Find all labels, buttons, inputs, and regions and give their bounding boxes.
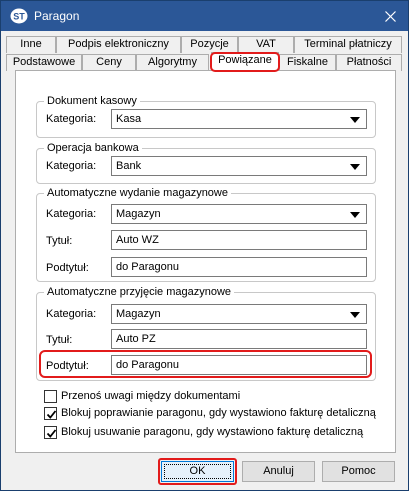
- close-button[interactable]: [372, 1, 408, 31]
- paragon-dialog: ST Paragon Inne Podpis elektroniczny Poz…: [0, 0, 409, 491]
- tytul-label: Tytuł:: [46, 334, 73, 346]
- kategoria-label: Kategoria:: [46, 113, 97, 125]
- kategoria-wydanie-select[interactable]: Magazyn: [111, 204, 367, 224]
- tab-podpis-elektroniczny[interactable]: Podpis elektroniczny: [56, 36, 181, 53]
- tytul-label: Tytuł:: [46, 235, 73, 247]
- window-title: Paragon: [34, 9, 80, 23]
- tytul-przyjecie-input[interactable]: Auto PZ: [111, 329, 367, 349]
- ok-button[interactable]: OK: [161, 461, 234, 482]
- checkbox-unchecked[interactable]: [44, 390, 57, 403]
- checkbox-label: Blokuj usuwanie paragonu, gdy wystawiono…: [61, 426, 364, 438]
- combo-value: Magazyn: [116, 308, 161, 320]
- group-title: Dokument kasowy: [44, 94, 140, 108]
- svg-text:ST: ST: [13, 12, 25, 22]
- cancel-button[interactable]: Anuluj: [242, 461, 315, 482]
- tab-powiazane[interactable]: Powiązane: [211, 52, 279, 71]
- tab-algorytmy[interactable]: Algorytmy: [136, 54, 209, 71]
- combo-value: Magazyn: [116, 208, 161, 220]
- dropdown-arrow-icon: [350, 164, 360, 170]
- kategoria-przyjecie-select[interactable]: Magazyn: [111, 304, 367, 324]
- group-title: Automatyczne wydanie magazynowe: [44, 186, 231, 200]
- checkbox-label: Blokuj poprawianie paragonu, gdy wystawi…: [61, 407, 376, 419]
- kategoria-kasowy-select[interactable]: Kasa: [111, 109, 367, 129]
- tab-inne[interactable]: Inne: [6, 36, 56, 53]
- focus-rectangle: [164, 464, 231, 479]
- checkmark-icon: [46, 429, 57, 438]
- kategoria-label: Kategoria:: [46, 308, 97, 320]
- podtytul-przyjecie-input[interactable]: do Paragonu: [111, 355, 367, 375]
- app-logo-icon: ST: [10, 8, 28, 24]
- dropdown-arrow-icon: [350, 212, 360, 218]
- tab-podstawowe[interactable]: Podstawowe: [6, 54, 82, 71]
- checkbox-checked[interactable]: [44, 407, 57, 420]
- combo-value: Kasa: [116, 113, 142, 125]
- checkmark-icon: [46, 410, 57, 419]
- dropdown-arrow-icon: [350, 312, 360, 318]
- group-title: Operacja bankowa: [44, 141, 142, 155]
- podtytul-wydanie-input[interactable]: do Paragonu: [111, 257, 367, 277]
- checkbox-label: Przenoś uwagi między dokumentami: [61, 390, 241, 402]
- tab-platnosci[interactable]: Płatności: [336, 54, 402, 71]
- combo-value: Bank: [116, 160, 142, 172]
- checkbox-checked[interactable]: [44, 426, 57, 439]
- tab-terminal-platniczy[interactable]: Terminal płatniczy: [294, 36, 402, 53]
- group-title: Automatyczne przyjęcie magazynowe: [44, 285, 235, 299]
- tab-vat[interactable]: VAT: [238, 36, 294, 53]
- kategoria-label: Kategoria:: [46, 208, 97, 220]
- tytul-wydanie-input[interactable]: Auto WZ: [111, 230, 367, 250]
- kategoria-label: Kategoria:: [46, 160, 97, 172]
- tab-fiskalne[interactable]: Fiskalne: [279, 54, 336, 71]
- dropdown-arrow-icon: [350, 117, 360, 123]
- tab-pozycje[interactable]: Pozycje: [181, 36, 238, 53]
- help-button[interactable]: Pomoc: [322, 461, 395, 482]
- close-icon: [384, 10, 396, 22]
- kategoria-bankowa-select[interactable]: Bank: [111, 156, 367, 176]
- title-bar: ST Paragon: [1, 1, 408, 31]
- tab-ceny[interactable]: Ceny: [82, 54, 136, 71]
- podtytul-label: Podtytuł:: [46, 262, 89, 274]
- podtytul-label: Podtytuł:: [46, 360, 89, 372]
